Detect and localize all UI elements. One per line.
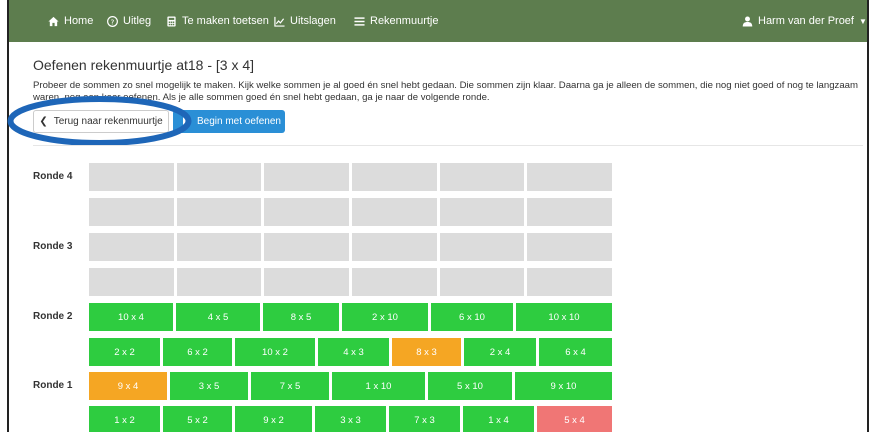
nav-te-maken-toetsen-label: Te maken toetsen (182, 15, 269, 27)
nav-rekenmuurtje[interactable]: Rekenmuurtje (354, 15, 438, 27)
sum-cell: 1 x 2 (89, 406, 160, 432)
sum-cell: 9 x 10 (515, 372, 612, 400)
sum-cell: 5 x 4 (537, 406, 612, 432)
sum-cell: 1 x 10 (332, 372, 425, 400)
round-4-label: Ronde 4 (33, 171, 73, 182)
sum-cell: 7 x 3 (389, 406, 460, 432)
empty-cell (89, 268, 174, 296)
round-1-row-a: 9 x 4 3 x 5 7 x 5 1 x 10 5 x 10 9 x 10 (89, 372, 612, 400)
window-border-right (867, 0, 869, 432)
back-to-rekenmuurtje-button[interactable]: ❮ Terug naar rekenmuurtje (33, 110, 169, 133)
sum-cell: 2 x 2 (89, 338, 160, 366)
svg-text:?: ? (111, 17, 115, 26)
empty-cell (176, 163, 262, 191)
sum-cell: 8 x 3 (392, 338, 461, 366)
empty-cell (89, 163, 174, 191)
empty-cell (264, 198, 350, 226)
nav-home-label: Home (64, 15, 94, 27)
page-title: Oefenen rekenmuurtje at18 - [3 x 4] (33, 57, 255, 73)
sum-cell: 5 x 2 (163, 406, 232, 432)
divider (33, 145, 863, 146)
nav-te-maken-toetsen[interactable]: Te maken toetsen (166, 15, 269, 27)
start-button-label: Begin met oefenen (197, 116, 281, 127)
sum-cell: 6 x 4 (539, 338, 612, 366)
empty-cell (352, 198, 437, 226)
round-3-label: Ronde 3 (33, 241, 73, 252)
nav-uitleg-label: Uitleg (123, 15, 152, 27)
empty-cell (89, 233, 174, 261)
sum-cell: 3 x 5 (170, 372, 248, 400)
empty-cell (176, 198, 262, 226)
start-practice-button[interactable]: Begin met oefenen (173, 110, 285, 133)
empty-cell (264, 163, 350, 191)
sum-cell: 4 x 5 (176, 303, 260, 331)
sum-cell: 6 x 2 (163, 338, 232, 366)
nav-uitleg[interactable]: ? Uitleg (107, 15, 151, 27)
round-1-row-b: 1 x 2 5 x 2 9 x 2 3 x 3 7 x 3 1 x 4 5 x … (89, 406, 612, 432)
sum-cell: 2 x 4 (464, 338, 536, 366)
nav-rekenmuurtje-label: Rekenmuurtje (370, 15, 439, 27)
empty-cell (439, 233, 525, 261)
sum-cell: 3 x 3 (315, 406, 386, 432)
sum-cell: 1 x 4 (463, 406, 534, 432)
empty-cell (176, 233, 262, 261)
round-4-row-a (89, 163, 613, 191)
sum-cell: 8 x 5 (263, 303, 339, 331)
empty-cell (176, 268, 262, 296)
empty-cell (264, 233, 350, 261)
calculator-icon (167, 15, 176, 27)
menu-bars-icon (354, 16, 365, 26)
question-circle-icon: ? (107, 15, 118, 27)
empty-cell (439, 163, 525, 191)
nav-uitslagen[interactable]: Uitslagen (274, 15, 336, 27)
round-3-row-a (89, 233, 613, 261)
empty-cell (439, 198, 525, 226)
instructions-text: Probeer de sommen zo snel mogelijk te ma… (33, 80, 859, 103)
round-3-row-b (89, 268, 613, 296)
user-name: Harm van der Proef (758, 15, 854, 27)
empty-cell (352, 163, 437, 191)
round-4-row-b (89, 198, 613, 226)
top-navbar: Home ? Uitleg Te maken toetsen Uitslagen… (9, 0, 867, 42)
sum-cell: 9 x 2 (235, 406, 312, 432)
line-chart-icon (274, 16, 285, 27)
home-icon (48, 16, 59, 26)
empty-cell (527, 233, 613, 261)
round-1-label: Ronde 1 (33, 380, 73, 391)
caret-down-icon: ▼ (858, 16, 867, 26)
sum-cell: 2 x 10 (342, 303, 428, 331)
back-button-label: Terug naar rekenmuurtje (53, 116, 163, 127)
sum-cell: 5 x 10 (428, 372, 512, 400)
sum-cell: 9 x 4 (89, 372, 167, 400)
play-icon (183, 116, 191, 127)
empty-cell (527, 163, 613, 191)
sum-cell: 6 x 10 (431, 303, 513, 331)
round-2-label: Ronde 2 (33, 311, 73, 322)
sum-cell: 10 x 10 (516, 303, 612, 331)
user-icon (742, 16, 753, 27)
empty-cell (264, 268, 350, 296)
sum-cell: 7 x 5 (251, 372, 329, 400)
window-border-left (7, 0, 9, 432)
empty-cell (527, 198, 613, 226)
empty-cell (352, 268, 437, 296)
chevron-left-icon: ❮ (39, 116, 48, 127)
user-menu[interactable]: Harm van der Proef ▼ (742, 15, 867, 27)
empty-cell (352, 233, 437, 261)
sum-cell: 4 x 3 (318, 338, 389, 366)
sum-cell: 10 x 4 (89, 303, 173, 331)
empty-cell (89, 198, 174, 226)
nav-home[interactable]: Home (48, 15, 93, 27)
empty-cell (527, 268, 613, 296)
round-2-row-a: 10 x 4 4 x 5 8 x 5 2 x 10 6 x 10 10 x 10 (89, 303, 612, 331)
nav-uitslagen-label: Uitslagen (290, 15, 336, 27)
empty-cell (439, 268, 525, 296)
round-2-row-b: 2 x 2 6 x 2 10 x 2 4 x 3 8 x 3 2 x 4 6 x… (89, 338, 612, 366)
sum-cell: 10 x 2 (235, 338, 315, 366)
